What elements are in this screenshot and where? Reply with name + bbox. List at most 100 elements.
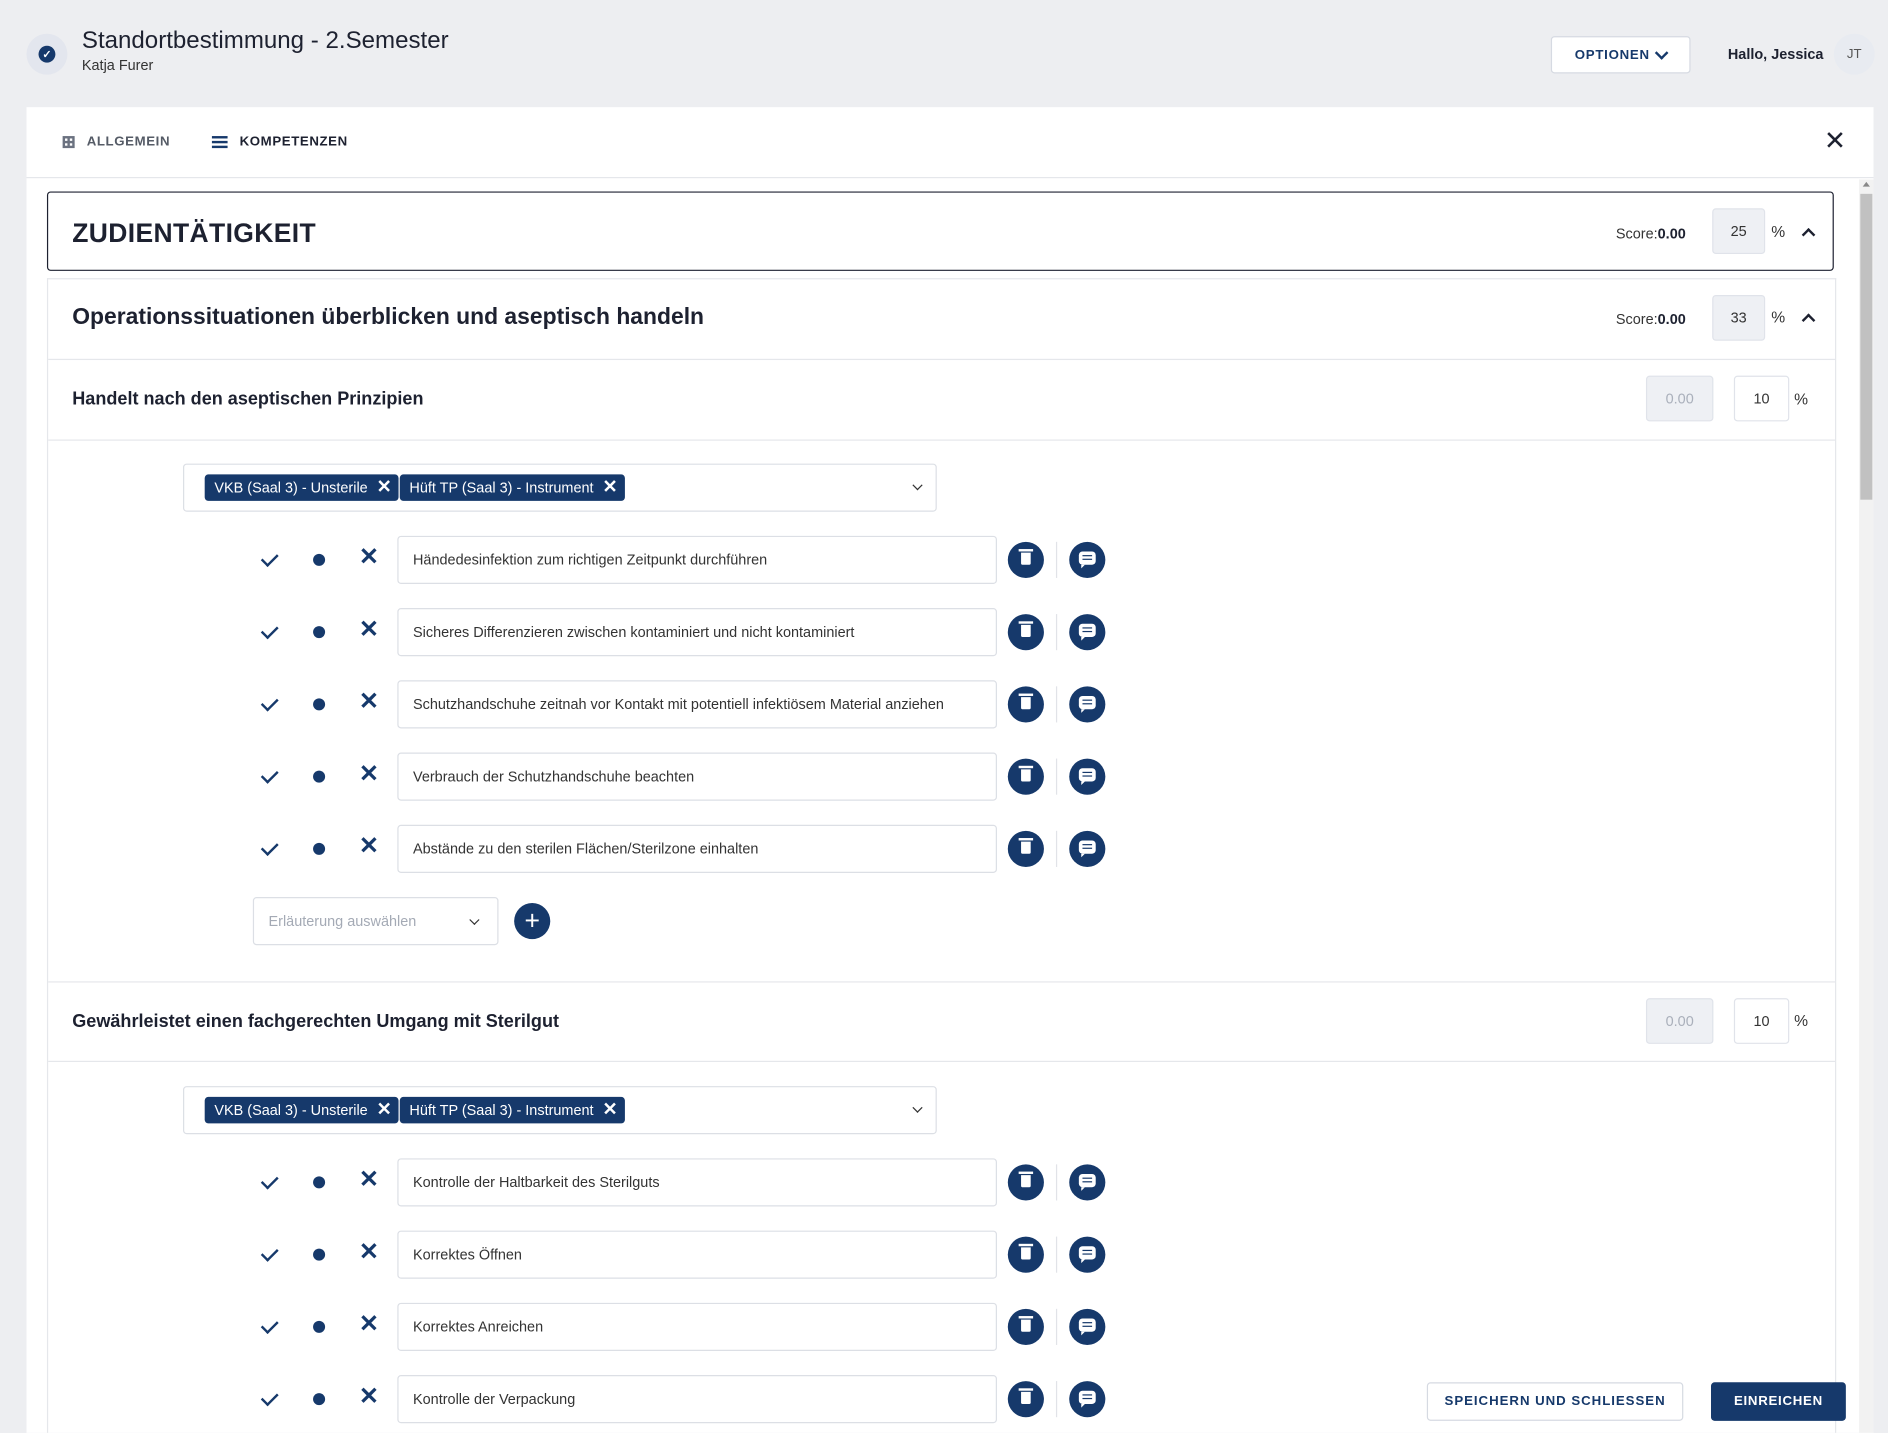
criterion-text[interactable]: Kontrolle der Haltbarkeit des Sterilguts — [397, 1158, 997, 1207]
remove-tag-icon[interactable]: ✕ — [602, 1097, 617, 1123]
cross-icon[interactable]: ✕ — [359, 1385, 379, 1409]
divider — [1055, 614, 1058, 651]
situation-tag[interactable]: Hüft TP (Saal 3) - Instrument ✕ — [399, 474, 625, 501]
criterion-text[interactable]: Abstände zu den sterilen Flächen/Sterilz… — [397, 824, 997, 873]
criterion-text[interactable]: Händedesinfektion zum richtigen Zeitpunk… — [397, 535, 997, 584]
cross-icon[interactable]: ✕ — [359, 618, 379, 642]
criterion-row: ✕ Korrektes Anreichen — [48, 1302, 1132, 1351]
partial-dot-icon[interactable] — [313, 698, 326, 711]
situation-multiselect[interactable]: VKB (Saal 3) - Unsterile ✕ Hüft TP (Saal … — [183, 463, 937, 512]
check-icon[interactable] — [260, 838, 279, 857]
partial-dot-icon[interactable] — [313, 553, 326, 566]
check-icon[interactable] — [260, 693, 279, 712]
scroll-up-icon[interactable] — [1862, 181, 1870, 187]
delete-button[interactable] — [1007, 1164, 1044, 1201]
cross-icon[interactable]: ✕ — [359, 834, 379, 858]
scrollbar-thumb[interactable] — [1860, 193, 1873, 500]
delete-button[interactable] — [1007, 830, 1044, 867]
criterion-text[interactable]: Kontrolle der Verpackung — [397, 1375, 997, 1424]
remove-tag-icon[interactable]: ✕ — [377, 474, 392, 500]
criterion-text[interactable]: Sicheres Differenzieren zwischen kontami… — [397, 608, 997, 657]
partial-dot-icon[interactable] — [313, 1176, 326, 1189]
check-icon[interactable] — [260, 1171, 279, 1190]
save-and-close-button[interactable]: SPEICHERN UND SCHLIESSEN — [1426, 1382, 1684, 1421]
comment-button[interactable] — [1069, 1164, 1106, 1201]
percent-sign: % — [1771, 308, 1786, 327]
partial-dot-icon[interactable] — [313, 1320, 326, 1333]
cross-icon[interactable]: ✕ — [359, 545, 379, 569]
check-icon[interactable] — [260, 1243, 279, 1262]
chevron-up-icon[interactable] — [1801, 313, 1816, 328]
criterion-text[interactable]: Verbrauch der Schutzhandschuhe beachten — [397, 752, 997, 801]
criterion-text[interactable]: Korrektes Öffnen — [397, 1230, 997, 1279]
partial-dot-icon[interactable] — [313, 626, 326, 639]
criterion-text[interactable]: Schutzhandschuhe zeitnah vor Kontakt mit… — [397, 680, 997, 729]
delete-button[interactable] — [1007, 758, 1044, 795]
cross-icon[interactable]: ✕ — [359, 762, 379, 786]
remove-tag-icon[interactable]: ✕ — [602, 474, 617, 500]
delete-button[interactable] — [1007, 686, 1044, 723]
divider — [1055, 1381, 1058, 1418]
partial-dot-icon[interactable] — [313, 842, 326, 855]
comment-button[interactable] — [1069, 686, 1106, 723]
competency-weight-input[interactable]: 10 — [1733, 375, 1790, 422]
remove-tag-icon[interactable]: ✕ — [377, 1097, 392, 1123]
trash-icon — [1018, 838, 1034, 854]
situation-multiselect[interactable]: VKB (Saal 3) - Unsterile ✕ Hüft TP (Saal … — [183, 1086, 937, 1135]
divider — [1055, 1164, 1058, 1201]
criterion-row: ✕ Kontrolle der Haltbarkeit des Sterilgu… — [48, 1158, 1132, 1207]
divider — [48, 981, 1836, 983]
submit-button[interactable]: EINREICHEN — [1710, 1382, 1846, 1421]
delete-button[interactable] — [1007, 1308, 1044, 1345]
competency-weight-input[interactable]: 10 — [1733, 998, 1790, 1044]
page-title: Standortbestimmung - 2.Semester — [81, 27, 449, 55]
chevron-down-icon[interactable] — [912, 480, 923, 491]
add-criterion-button[interactable]: + — [514, 903, 551, 940]
delete-button[interactable] — [1007, 614, 1044, 651]
chevron-down-icon[interactable] — [912, 1102, 923, 1113]
check-icon[interactable] — [260, 1388, 279, 1407]
percent-sign: % — [1771, 222, 1786, 241]
close-icon[interactable]: ✕ — [1823, 127, 1847, 153]
check-icon[interactable] — [260, 549, 279, 568]
check-icon[interactable] — [260, 765, 279, 784]
section-header[interactable]: ZUDIENTÄTIGKEIT Score:0.00 25 % — [46, 191, 1834, 271]
tab-kompetenzen[interactable]: KOMPETENZEN — [211, 132, 348, 151]
partial-dot-icon[interactable] — [313, 1393, 326, 1406]
list-icon — [211, 136, 228, 139]
cross-icon[interactable]: ✕ — [359, 1240, 379, 1264]
check-icon[interactable] — [260, 621, 279, 640]
criterion-text[interactable]: Korrektes Anreichen — [397, 1302, 997, 1351]
situation-tag[interactable]: VKB (Saal 3) - Unsterile ✕ — [204, 474, 400, 501]
comment-button[interactable] — [1069, 1236, 1106, 1273]
comment-icon — [1078, 695, 1096, 713]
scrollbar[interactable] — [1859, 179, 1874, 1433]
delete-button[interactable] — [1007, 1381, 1044, 1418]
situation-tag[interactable]: VKB (Saal 3) - Unsterile ✕ — [204, 1096, 400, 1124]
subsection-weight-input[interactable]: 33 — [1712, 294, 1766, 341]
section-weight-input[interactable]: 25 — [1712, 208, 1766, 255]
avatar[interactable]: JT — [1833, 33, 1875, 75]
comment-button[interactable] — [1069, 830, 1106, 867]
section-title: ZUDIENTÄTIGKEIT — [72, 217, 317, 249]
check-icon[interactable] — [260, 1316, 279, 1335]
explanation-select[interactable]: Erläuterung auswählen — [252, 897, 499, 946]
partial-dot-icon[interactable] — [313, 1248, 326, 1261]
comment-button[interactable] — [1069, 614, 1106, 651]
cross-icon[interactable]: ✕ — [359, 1312, 379, 1336]
comment-button[interactable] — [1069, 541, 1106, 578]
comment-button[interactable] — [1069, 1308, 1106, 1345]
options-button[interactable]: OPTIONEN — [1550, 36, 1691, 74]
tab-allgemein[interactable]: ALLGEMEIN — [62, 132, 171, 151]
trash-icon — [1018, 693, 1034, 710]
situation-tag[interactable]: Hüft TP (Saal 3) - Instrument ✕ — [399, 1096, 625, 1124]
delete-button[interactable] — [1007, 1236, 1044, 1273]
comment-button[interactable] — [1069, 1381, 1106, 1418]
comment-button[interactable] — [1069, 758, 1106, 795]
chevron-up-icon[interactable] — [1801, 227, 1816, 242]
delete-button[interactable] — [1007, 541, 1044, 578]
percent-sign: % — [1794, 390, 1809, 409]
cross-icon[interactable]: ✕ — [359, 690, 379, 714]
partial-dot-icon[interactable] — [313, 770, 326, 783]
cross-icon[interactable]: ✕ — [359, 1168, 379, 1192]
